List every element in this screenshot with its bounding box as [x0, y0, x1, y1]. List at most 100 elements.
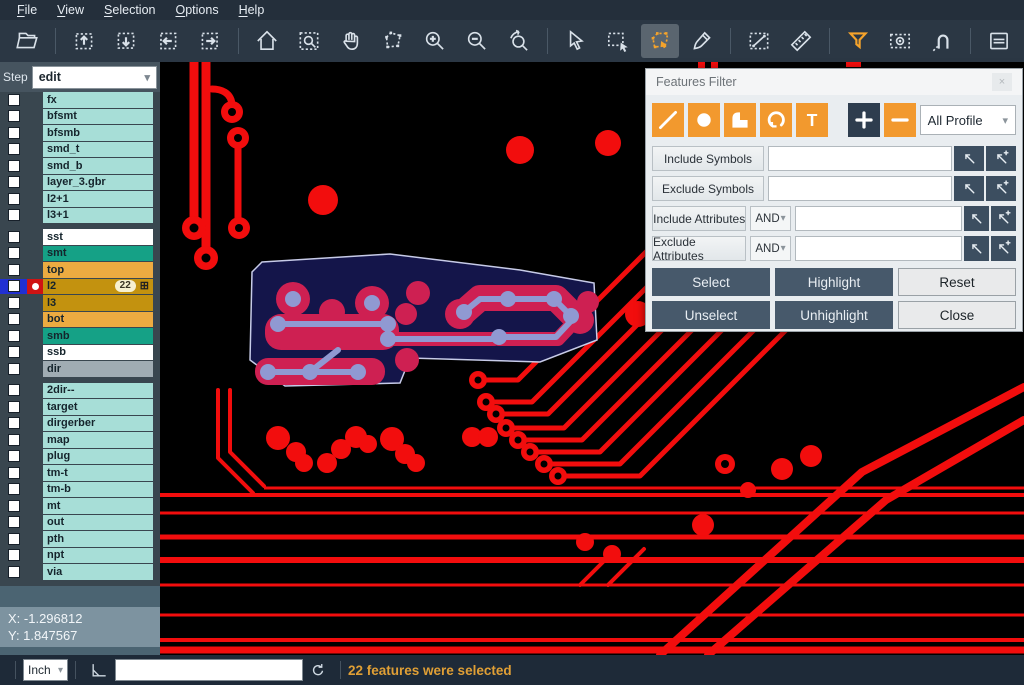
profile-select[interactable]: All Profile ▾ — [920, 105, 1016, 135]
layer-name[interactable]: top — [43, 262, 153, 278]
measure-ruler-icon[interactable] — [782, 24, 820, 58]
layer-row-dirgerber[interactable]: dirgerber — [0, 416, 160, 432]
layer-visibility-checkbox[interactable] — [0, 361, 27, 377]
pan-down-icon[interactable] — [107, 24, 145, 58]
select-cursor-icon[interactable] — [557, 24, 595, 58]
exclude-symbols-input[interactable] — [768, 176, 952, 201]
layer-indicator-slot[interactable] — [27, 361, 43, 377]
zoom-reset-icon[interactable] — [500, 24, 538, 58]
layer-name[interactable]: smd_b — [43, 158, 153, 174]
layer-row-dir[interactable]: dir — [0, 361, 160, 377]
layer-indicator-slot[interactable] — [27, 262, 43, 278]
home-icon[interactable] — [248, 24, 286, 58]
layer-indicator-slot[interactable] — [27, 564, 43, 580]
refresh-icon[interactable] — [309, 661, 327, 679]
layer-indicator-slot[interactable] — [27, 449, 43, 465]
layer-visibility-checkbox[interactable] — [0, 482, 27, 498]
angle-icon[interactable] — [89, 660, 109, 680]
layer-indicator-slot[interactable] — [27, 548, 43, 564]
layer-row-plug[interactable]: plug — [0, 449, 160, 465]
layer-indicator-slot[interactable] — [27, 515, 43, 531]
layer-row-map[interactable]: map — [0, 432, 160, 448]
pan-up-icon[interactable] — [65, 24, 103, 58]
pick-add-from-screen-icon[interactable] — [986, 176, 1016, 201]
layer-row-layer_3.gbr[interactable]: layer_3.gbr — [0, 175, 160, 191]
layer-visibility-checkbox[interactable] — [0, 515, 27, 531]
layer-visibility-checkbox[interactable] — [0, 191, 27, 207]
layer-name[interactable]: sst — [43, 229, 153, 245]
exclude-symbols-button[interactable]: Exclude Symbols — [652, 176, 764, 201]
layer-indicator-slot[interactable] — [27, 482, 43, 498]
dialog-title-bar[interactable]: Features Filter × — [646, 69, 1022, 95]
layer-visibility-checkbox[interactable] — [0, 208, 27, 224]
panel-list-icon[interactable] — [980, 24, 1018, 58]
pan-left-icon[interactable] — [149, 24, 187, 58]
layer-name[interactable]: dir — [43, 361, 153, 377]
layer-visibility-checkbox[interactable] — [0, 175, 27, 191]
layer-name[interactable]: map — [43, 432, 153, 448]
select-polygon-icon[interactable] — [641, 24, 679, 58]
layer-name[interactable]: target — [43, 399, 153, 415]
layer-visibility-checkbox[interactable] — [0, 383, 27, 399]
layer-name[interactable]: bfsmb — [43, 125, 153, 141]
layer-visibility-checkbox[interactable] — [0, 142, 27, 158]
layer-row-smt[interactable]: smt — [0, 246, 160, 262]
layer-name[interactable]: l3+1 — [43, 208, 153, 224]
layer-name[interactable]: l2+1 — [43, 191, 153, 207]
exclude-attributes-button[interactable]: Exclude Attributes — [652, 236, 746, 261]
layer-visibility-checkbox[interactable] — [0, 295, 27, 311]
layer-row-bfsmb[interactable]: bfsmb — [0, 125, 160, 141]
layer-name[interactable]: 2dir-- — [43, 383, 153, 399]
layer-row-tm-b[interactable]: tm-b — [0, 482, 160, 498]
snap-icon[interactable] — [923, 24, 961, 58]
layer-row-bfsmt[interactable]: bfsmt — [0, 109, 160, 125]
layer-name[interactable]: smt — [43, 246, 153, 262]
layer-row-l3[interactable]: l3 — [0, 295, 160, 311]
layer-indicator-slot[interactable] — [27, 399, 43, 415]
exclude-attributes-input[interactable] — [795, 236, 962, 261]
reset-button[interactable]: Reset — [898, 268, 1016, 296]
layer-visibility-checkbox[interactable] — [0, 345, 27, 361]
layer-indicator-slot[interactable] — [27, 531, 43, 547]
layer-visibility-checkbox[interactable] — [0, 279, 27, 295]
layer-row-out[interactable]: out — [0, 515, 160, 531]
layer-indicator-slot[interactable] — [27, 175, 43, 191]
layer-name[interactable]: layer_3.gbr — [43, 175, 153, 191]
layer-name[interactable]: plug — [43, 449, 153, 465]
view-window-icon[interactable] — [881, 24, 919, 58]
pan-right-icon[interactable] — [191, 24, 229, 58]
layer-visibility-checkbox[interactable] — [0, 416, 27, 432]
layer-name[interactable]: bot — [43, 312, 153, 328]
layer-name[interactable]: tm-t — [43, 465, 153, 481]
pick-from-screen-icon[interactable] — [964, 236, 989, 261]
pick-from-screen-icon[interactable] — [964, 206, 989, 231]
layer-indicator-slot[interactable] — [27, 498, 43, 514]
layer-visibility-checkbox[interactable] — [0, 399, 27, 415]
pick-add-from-screen-icon[interactable] — [986, 146, 1016, 171]
layer-row-l2[interactable]: l222⊞ — [0, 279, 160, 295]
include-symbols-input[interactable] — [768, 146, 952, 171]
layer-indicator-slot[interactable] — [27, 328, 43, 344]
layer-name[interactable]: smd_t — [43, 142, 153, 158]
pick-add-from-screen-icon[interactable] — [991, 236, 1016, 261]
features-filter-icon[interactable] — [839, 24, 877, 58]
layer-visibility-checkbox[interactable] — [0, 328, 27, 344]
zoom-in-icon[interactable] — [416, 24, 454, 58]
layer-row-2dir--[interactable]: 2dir-- — [0, 383, 160, 399]
layer-row-pth[interactable]: pth — [0, 531, 160, 547]
layer-name[interactable]: mt — [43, 498, 153, 514]
step-select[interactable]: edit ▾ — [32, 66, 157, 89]
layer-indicator-slot[interactable] — [27, 383, 43, 399]
layer-visibility-checkbox[interactable] — [0, 465, 27, 481]
layer-indicator-slot[interactable] — [27, 125, 43, 141]
layer-visibility-checkbox[interactable] — [0, 246, 27, 262]
menu-file[interactable]: File — [8, 1, 46, 19]
include-attributes-button[interactable]: Include Attributes — [652, 206, 746, 231]
layer-name[interactable]: ssb — [43, 345, 153, 361]
highlight-button[interactable]: Highlight — [775, 268, 893, 296]
layer-row-bot[interactable]: bot — [0, 312, 160, 328]
layer-name[interactable]: l3 — [43, 295, 153, 311]
close-icon[interactable]: × — [992, 73, 1012, 91]
zoom-window-icon[interactable] — [290, 24, 328, 58]
pick-add-from-screen-icon[interactable] — [991, 206, 1016, 231]
